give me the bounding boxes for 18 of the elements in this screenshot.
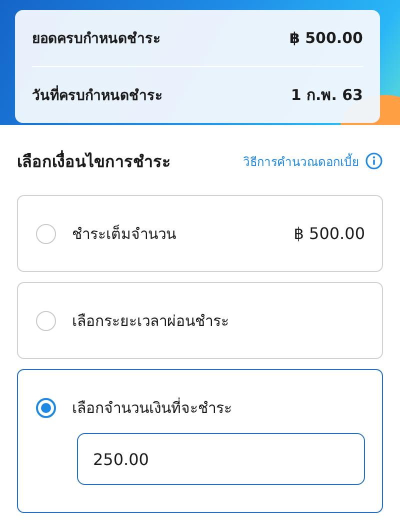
summary-value: ฿ 500.00: [289, 29, 363, 47]
option-amount: ฿ 500.00: [294, 224, 365, 243]
payment-option-card[interactable]: เลือกจำนวนเงินที่จะชำระ 250.00: [17, 369, 383, 513]
payment-option-card[interactable]: ชำระเต็มจำนวน ฿ 500.00: [17, 195, 383, 272]
section-title: เลือกเงื่อนไขการชำระ: [17, 149, 171, 172]
summary-label: ยอดครบกำหนดชำระ: [32, 30, 161, 49]
info-icon: [365, 152, 383, 170]
option-label: ชำระเต็มจำนวน: [72, 224, 177, 244]
radio-button[interactable]: [36, 398, 56, 418]
payment-option-card[interactable]: เลือกระยะเวลาผ่อนชำระ: [17, 282, 383, 359]
option-label: เลือกจำนวนเงินที่จะชำระ: [72, 396, 233, 418]
radio-button[interactable]: [36, 310, 56, 330]
radio-button[interactable]: [36, 224, 56, 244]
summary-label: วันที่ครบกำหนดชำระ: [32, 84, 163, 106]
summary-value: 1 ก.พ. 63: [290, 85, 363, 106]
interest-info-link[interactable]: วิธีการคำนวณดอกเบี้ย: [243, 152, 383, 170]
amount-input-field[interactable]: 250.00: [77, 433, 365, 485]
option-label: เลือกระยะเวลาผ่อนชำระ: [72, 310, 230, 332]
